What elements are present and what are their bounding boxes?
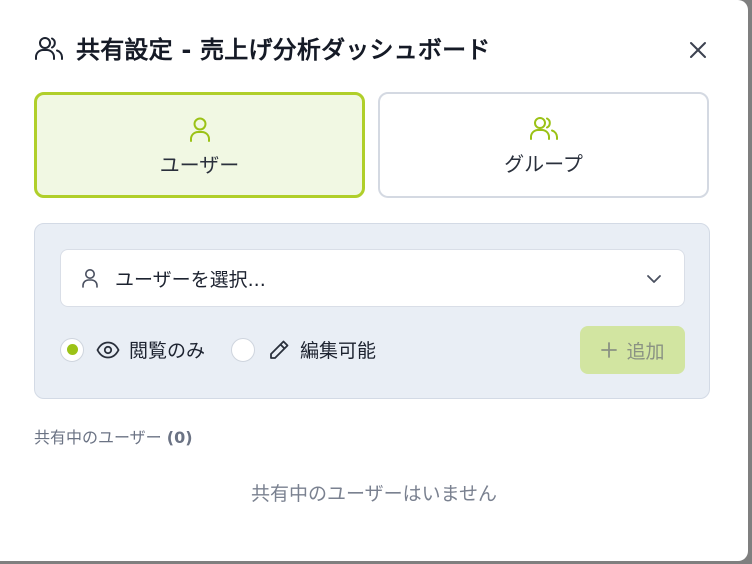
permission-options: 閲覧のみ 編集可能 — [60, 336, 376, 363]
dialog-header: 共有設定 - 売上げ分析ダッシュボード — [34, 30, 490, 65]
users-icon — [34, 32, 66, 64]
pencil-icon — [267, 338, 291, 362]
share-type-user-label: ユーザー — [159, 153, 240, 177]
permission-view-radio[interactable] — [60, 337, 84, 362]
user-select-placeholder: ユーザーを選択... — [115, 268, 266, 291]
user-select[interactable]: ユーザーを選択... — [60, 249, 685, 307]
permission-edit-radio[interactable] — [231, 337, 256, 362]
chevron-down-icon — [647, 275, 661, 283]
permission-view-label: 閲覧のみ — [129, 340, 206, 362]
share-settings-dialog: 共有設定 - 売上げ分析ダッシュボード ユーザー グループ ユーザーを選択...… — [0, 0, 748, 561]
plus-icon — [600, 341, 618, 359]
close-icon[interactable] — [689, 41, 707, 59]
user-icon — [189, 115, 211, 143]
permission-edit-label: 編集可能 — [300, 340, 377, 362]
users-icon — [529, 114, 559, 142]
add-share-panel: ユーザーを選択... 閲覧のみ 編集可能 追加 — [34, 223, 710, 399]
radio-selected-dot — [66, 344, 78, 355]
close-button[interactable] — [684, 36, 712, 64]
shared-users-count: (0) — [166, 428, 193, 447]
shared-users-empty-message: 共有中のユーザーはいません — [250, 483, 498, 505]
add-button-label: 追加 — [626, 340, 665, 363]
eye-icon — [96, 338, 120, 362]
add-button[interactable]: 追加 — [580, 326, 685, 374]
user-icon — [81, 267, 101, 289]
share-type-group-card[interactable]: グループ — [378, 92, 709, 198]
shared-users-heading: 共有中のユーザー (0) — [34, 424, 193, 448]
shared-users-title: 共有中のユーザー — [34, 428, 162, 447]
dialog-title: 共有設定 - 売上げ分析ダッシュボード — [76, 36, 491, 64]
share-type-user-card[interactable]: ユーザー — [34, 92, 365, 198]
share-type-group-label: グループ — [504, 152, 583, 176]
